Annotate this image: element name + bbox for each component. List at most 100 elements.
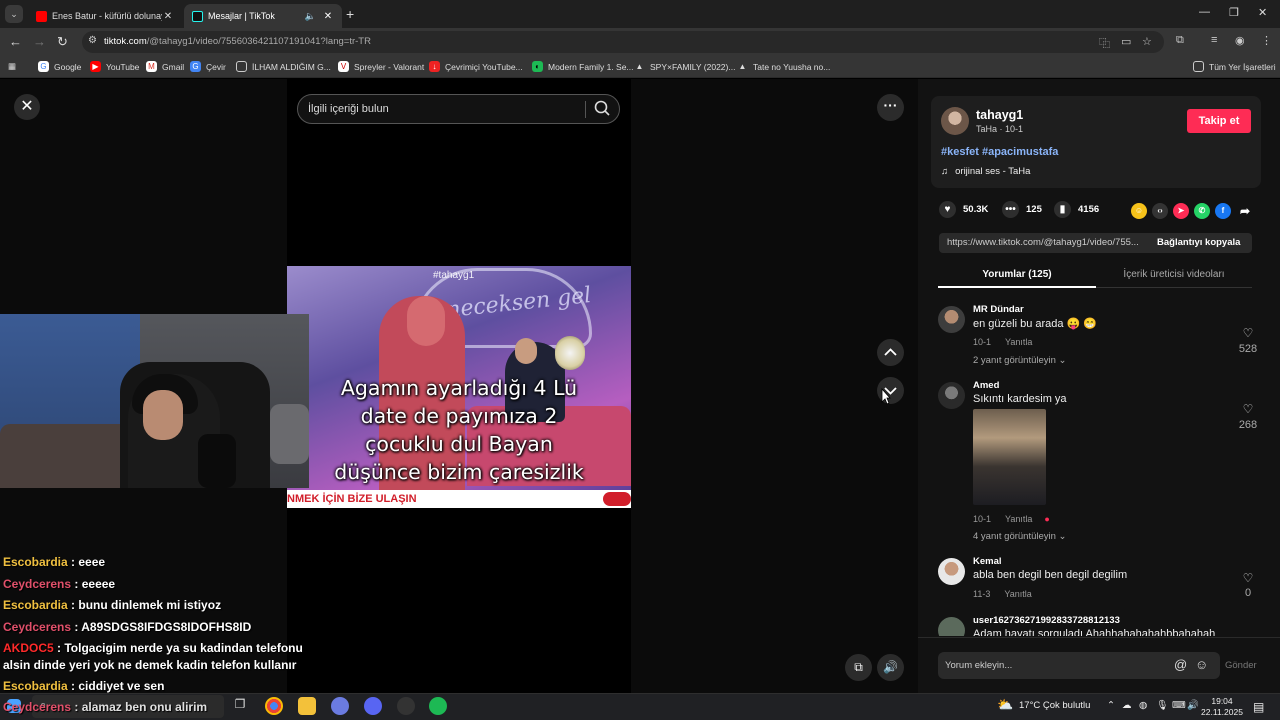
- send-icon[interactable]: ➤: [1173, 203, 1189, 219]
- minimize-icon[interactable]: —: [1199, 6, 1210, 18]
- menu-kebab-icon[interactable]: ⋮: [1261, 34, 1272, 47]
- whatsapp-icon[interactable]: ✆: [1194, 203, 1210, 219]
- share-friends-icon[interactable]: ☺: [1131, 203, 1147, 219]
- related-search-input[interactable]: İlgili içeriği bulun: [297, 94, 620, 124]
- bookmark-valorant[interactable]: V Spreyler - Valorant: [338, 61, 424, 72]
- network-icon[interactable]: ⌨: [1172, 700, 1186, 711]
- notification-icon[interactable]: ▤: [1253, 700, 1264, 714]
- chrome-icon[interactable]: [265, 697, 283, 715]
- bookmark-modern-family[interactable]: ◐ Modern Family 1. Se...: [532, 61, 634, 72]
- like-button[interactable]: ♥ 50.3K: [939, 201, 988, 218]
- comment-button[interactable]: ••• 125: [1002, 201, 1042, 218]
- comment-username[interactable]: Kemal: [973, 556, 1002, 567]
- back-icon[interactable]: ←: [9, 34, 22, 49]
- reply-link[interactable]: Yanıtla: [1004, 589, 1031, 599]
- comment-username[interactable]: Amed: [973, 380, 999, 391]
- comment-avatar[interactable]: [938, 617, 965, 636]
- embed-icon[interactable]: ‹›: [1152, 203, 1168, 219]
- file-explorer-icon[interactable]: [298, 697, 316, 715]
- mention-icon[interactable]: @: [1174, 657, 1187, 672]
- cast-icon[interactable]: ▭: [1121, 35, 1131, 48]
- bookmark-cevir[interactable]: G Çevir: [190, 61, 226, 72]
- search-icon[interactable]: [592, 98, 612, 118]
- bookmark-tate-no-yuusha[interactable]: ▲ Tate no Yuusha no...: [737, 61, 831, 72]
- bookmark-google[interactable]: G Google: [38, 61, 81, 72]
- spotify-icon[interactable]: [429, 697, 447, 715]
- comment-like-icon[interactable]: ♡: [1238, 326, 1258, 340]
- restore-icon[interactable]: ❐: [1229, 6, 1239, 19]
- comment-avatar[interactable]: [938, 558, 965, 585]
- reload-icon[interactable]: ↻: [57, 34, 68, 50]
- reply-link[interactable]: Yanıtla: [1005, 337, 1032, 347]
- weather-icon[interactable]: ⛅: [997, 697, 1013, 713]
- tab-comments[interactable]: Yorumlar (125): [938, 269, 1096, 280]
- url-text[interactable]: tiktok.com/@tahayg1/video/75560364211071…: [104, 36, 371, 47]
- bookmark-gmail[interactable]: M Gmail: [146, 61, 184, 72]
- author-name[interactable]: tahayg1: [976, 108, 1023, 122]
- volume-tray-icon[interactable]: 🔊: [1187, 700, 1199, 711]
- comment-avatar[interactable]: [938, 382, 965, 409]
- profile-icon[interactable]: ◉: [1235, 34, 1245, 47]
- copy-link-button[interactable]: Bağlantıyı kopyala: [1157, 237, 1240, 248]
- share-arrow-icon[interactable]: ➦: [1237, 203, 1253, 219]
- comment-username[interactable]: MR Dündar: [973, 304, 1024, 315]
- tab-creator-videos[interactable]: İçerik üreticisi videoları: [1096, 269, 1252, 280]
- picture-in-picture-button[interactable]: ⧉: [845, 654, 872, 681]
- stream-icon: ◐: [532, 61, 543, 72]
- view-replies-link[interactable]: 2 yanıt görüntüleyin ⌄: [973, 355, 1067, 366]
- bookmark-star-icon[interactable]: ☆: [1142, 35, 1152, 48]
- share-link-text[interactable]: https://www.tiktok.com/@tahayg1/video/75…: [947, 237, 1152, 248]
- author-avatar[interactable]: [941, 107, 969, 135]
- all-bookmarks[interactable]: Tüm Yer İşaretleri: [1193, 61, 1276, 72]
- forward-icon[interactable]: →: [33, 34, 46, 49]
- follow-button[interactable]: Takip et: [1187, 109, 1251, 133]
- bookmark-ilham-folder[interactable]: İLHAM ALDIĞIM G...: [236, 61, 331, 72]
- close-video-button[interactable]: ✕: [14, 94, 40, 120]
- app-icon[interactable]: [331, 697, 349, 715]
- speaker-icon[interactable]: 🔈: [305, 11, 316, 22]
- extensions-icon[interactable]: ⧉: [1176, 34, 1184, 47]
- video-hashtags[interactable]: #kesfet #apacimustafa: [941, 146, 1058, 158]
- more-options-button[interactable]: ···: [877, 94, 904, 121]
- discord-icon[interactable]: [364, 697, 382, 715]
- bookmark-spy-family[interactable]: ▲ SPY×FAMILY (2022)...: [634, 61, 736, 72]
- close-tab-icon[interactable]: ✕: [162, 11, 174, 22]
- comment-photo[interactable]: [973, 409, 1046, 505]
- previous-video-button[interactable]: [877, 339, 904, 366]
- translate-page-icon[interactable]: ⿻: [1099, 35, 1110, 51]
- tab-search-dropdown-icon[interactable]: ⌄: [5, 5, 23, 23]
- reply-link[interactable]: Yanıtla: [1005, 514, 1032, 524]
- address-bar[interactable]: ⚙ tiktok.com/@tahayg1/video/755603642110…: [82, 31, 1164, 53]
- comment-username[interactable]: user1627362719928337288121​33: [973, 615, 1120, 626]
- close-tab-icon[interactable]: ✕: [322, 11, 334, 22]
- tray-chevron-icon[interactable]: ⌃: [1107, 700, 1115, 711]
- taskbar-clock[interactable]: 19:04 22.11.2025: [1200, 696, 1244, 718]
- browser-tab-youtube[interactable]: Enes Batur - küfürlü dolunay (o ✕: [28, 4, 182, 28]
- emoji-icon[interactable]: ☺: [1195, 657, 1208, 672]
- save-button[interactable]: ▮ 4156: [1054, 201, 1099, 218]
- facebook-icon[interactable]: f: [1215, 203, 1231, 219]
- video-frame[interactable]: deneceksen gel #tahayg1 Agamın ayarladığ…: [287, 266, 631, 508]
- bookmark-youtube[interactable]: ▶ YouTube: [90, 61, 139, 72]
- mic-icon[interactable]: 🎙: [1156, 700, 1168, 711]
- volume-button[interactable]: 🔊: [877, 654, 904, 681]
- comment-input[interactable]: Yorum ekleyin... @ ☺: [938, 652, 1220, 679]
- view-replies-link[interactable]: 4 yanıt görüntüleyin ⌄: [973, 531, 1067, 542]
- obs-icon[interactable]: [397, 697, 415, 715]
- media-control-icon[interactable]: ≡: [1211, 34, 1217, 46]
- send-comment-button[interactable]: Gönder: [1225, 660, 1257, 671]
- app-tray-icon[interactable]: ◍: [1139, 700, 1147, 711]
- comment-avatar[interactable]: [938, 306, 965, 333]
- apps-grid-icon[interactable]: ▦: [8, 61, 16, 72]
- site-info-icon[interactable]: ⚙: [88, 35, 97, 46]
- comment-like-icon[interactable]: ♡: [1238, 402, 1258, 416]
- task-view-icon[interactable]: ❐: [231, 697, 249, 715]
- bookmark-youtube-download[interactable]: ↓ Çevrimiçi YouTube...: [429, 61, 523, 72]
- cloud-icon[interactable]: ☁: [1122, 700, 1132, 711]
- music-info[interactable]: ♫ orijinal ses - TaHa: [941, 166, 1030, 177]
- close-window-icon[interactable]: ✕: [1258, 6, 1267, 19]
- weather-text[interactable]: 17°C Çok bulutlu: [1019, 700, 1090, 711]
- browser-tab-tiktok[interactable]: Mesajlar | TikTok 🔈 ✕: [184, 4, 342, 28]
- comment-like-icon[interactable]: ♡: [1238, 571, 1258, 585]
- new-tab-icon[interactable]: +: [346, 6, 354, 22]
